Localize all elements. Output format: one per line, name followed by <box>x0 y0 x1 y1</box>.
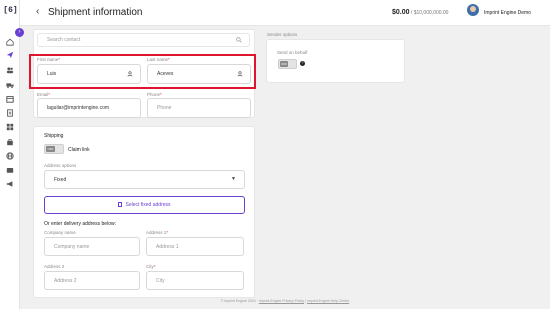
address2-field[interactable]: Address 2 <box>44 271 140 290</box>
caret-down-icon: ▼ <box>231 176 236 182</box>
sidebar: [6] <box>0 0 20 309</box>
page-title: Shipment information <box>48 7 143 18</box>
balance-display: $0.00 / $10,000,000.00 <box>392 9 448 16</box>
megaphone-icon[interactable] <box>6 180 14 188</box>
grid-icon[interactable] <box>6 123 14 131</box>
clipboard-icon <box>118 202 123 208</box>
claim-link-label: Claim link <box>68 147 90 153</box>
select-fixed-address-content: Select fixed address <box>45 202 244 208</box>
sender-options-title: Sender options <box>267 32 298 37</box>
search-contact-placeholder: Search contact <box>47 37 81 43</box>
user-name[interactable]: Imprint Engine Demo <box>484 10 531 16</box>
document-icon[interactable] <box>6 109 14 117</box>
address1-placeholder: Address 1 <box>156 243 179 250</box>
select-fixed-address-button[interactable]: Select fixed address <box>44 196 245 214</box>
address2-label: Address 2 <box>44 264 65 269</box>
name-fields-highlight <box>29 54 256 89</box>
address-options-label: Address options <box>44 163 77 168</box>
address1-label: Address 1* <box>146 230 169 235</box>
send-icon[interactable] <box>6 51 14 59</box>
email-value: laguilar@imprintengine.com <box>47 105 110 111</box>
email-field[interactable]: laguilar@imprintengine.com <box>37 98 141 118</box>
phone-placeholder: Phone <box>157 105 172 111</box>
wallet-icon[interactable] <box>6 166 14 174</box>
avatar[interactable] <box>467 4 479 16</box>
select-fixed-address-label: Select fixed address <box>125 202 171 208</box>
truck-icon[interactable] <box>6 81 14 89</box>
company-placeholder: Company name <box>54 243 90 250</box>
send-on-behalf-label: Send on behalf <box>277 50 308 55</box>
address2-placeholder: Address 2 <box>54 277 77 284</box>
company-field[interactable]: Company name <box>44 237 140 256</box>
app-logo[interactable]: [6] <box>3 4 18 17</box>
help-icon[interactable]: ? <box>300 61 305 66</box>
search-icon <box>236 37 242 43</box>
bag-icon[interactable] <box>6 138 14 146</box>
search-contact-input[interactable]: Search contact <box>37 33 250 47</box>
send-on-behalf-toggle[interactable]: OFF <box>278 59 297 69</box>
address-option-value: Fixed <box>54 176 67 183</box>
city-field[interactable]: City <box>146 271 244 290</box>
toggle-knob: OFF <box>280 61 288 67</box>
help-center-link[interactable]: Imprint Engine Help Center <box>307 299 349 303</box>
city-placeholder: City <box>156 277 165 284</box>
box-icon[interactable] <box>6 95 14 103</box>
people-icon[interactable] <box>6 66 14 74</box>
privacy-policy-link[interactable]: Imprint Engine Privacy Policy <box>259 299 304 303</box>
balance-value: $0.00 <box>392 9 410 16</box>
claim-link-toggle[interactable]: OFF <box>44 144 64 154</box>
back-arrow-icon[interactable]: ‹ <box>36 6 39 17</box>
email-label: Email* <box>37 92 51 97</box>
shipping-title: Shipping <box>44 133 64 139</box>
phone-field[interactable]: Phone <box>147 98 251 118</box>
home-icon[interactable] <box>6 38 14 46</box>
city-label: City* <box>146 264 156 269</box>
address-options-select[interactable]: Fixed ▼ <box>44 170 245 189</box>
manual-address-title: Or enter delivery address below: <box>44 221 116 227</box>
top-bar: ‹ Shipment information $0.00 / $10,000,0… <box>20 0 550 26</box>
sidebar-toggle-button[interactable]: › <box>15 28 24 37</box>
company-label: Company name <box>44 230 76 235</box>
toggle-knob: OFF <box>46 146 55 152</box>
copyright-text: © Imprint Engine 2024 <box>220 299 256 303</box>
footer: © Imprint Engine 2024 · Imprint Engine P… <box>220 299 350 303</box>
phone-label: Phone* <box>147 92 162 97</box>
address1-field[interactable]: Address 1 <box>146 237 244 256</box>
balance-limit: / $10,000,000.00 <box>409 10 449 16</box>
globe-icon[interactable] <box>6 152 14 160</box>
